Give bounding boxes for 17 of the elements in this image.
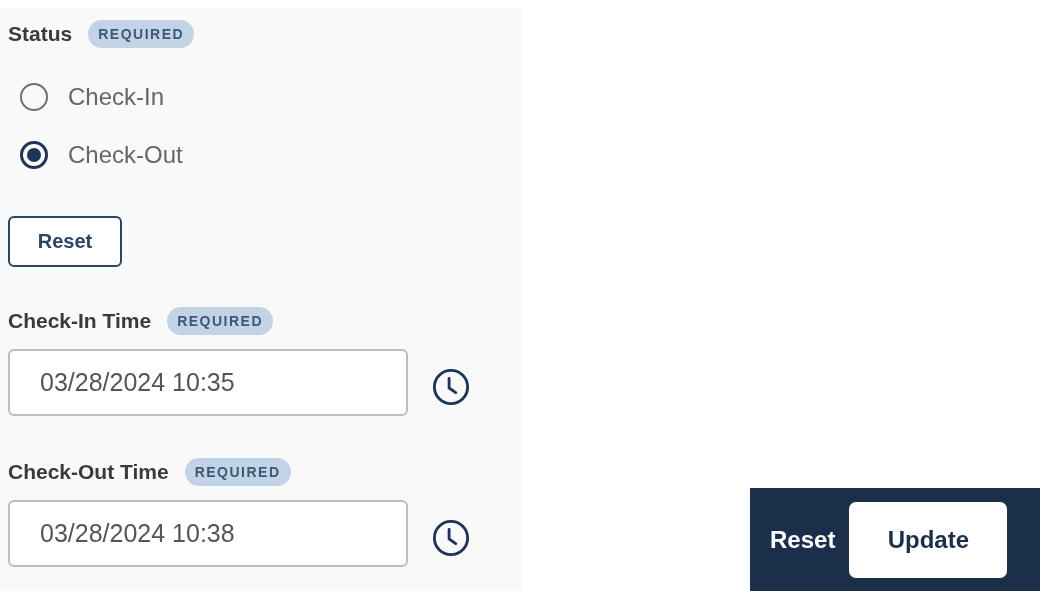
reset-button[interactable]: Reset <box>8 216 122 267</box>
field-label: Status <box>8 22 73 46</box>
clock-icon[interactable] <box>432 367 470 406</box>
clock-icon[interactable] <box>432 518 470 557</box>
radio-button[interactable] <box>20 141 48 169</box>
radio-label[interactable]: Check-Out <box>68 141 183 169</box>
radio-button[interactable] <box>20 83 48 111</box>
required-tag: REQUIRED <box>88 20 195 48</box>
update-button[interactable]: Update <box>849 501 1008 578</box>
reset-button[interactable]: Reset <box>770 525 836 554</box>
field-label: Check-In Time <box>8 309 152 333</box>
required-tag: REQUIRED <box>184 458 291 486</box>
datetime-field[interactable]: 03/28/2024 10:38 <box>8 500 408 567</box>
radio-label[interactable]: Check-In <box>68 83 165 111</box>
datetime-field[interactable]: 03/28/2024 10:35 <box>8 349 408 416</box>
required-tag: REQUIRED <box>167 307 274 335</box>
field-label: Check-Out Time <box>8 460 169 484</box>
